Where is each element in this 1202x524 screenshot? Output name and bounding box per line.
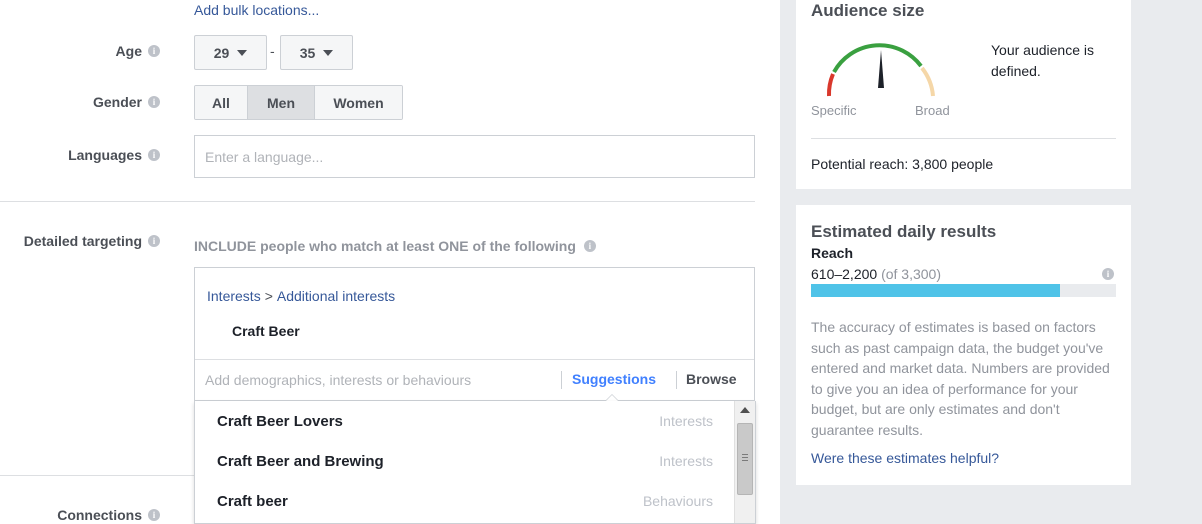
suggestion-item[interactable]: Craft Beer Lovers Interests: [195, 401, 735, 441]
suggestion-name: Craft Beer Lovers: [217, 412, 343, 430]
audience-status: Your audience is defined.: [991, 42, 1095, 79]
info-icon[interactable]: i: [583, 240, 596, 252]
age-max-value: 35: [299, 44, 316, 61]
include-text: INCLUDE people who match at least ONE of…: [194, 238, 576, 254]
detailed-targeting-label-text: Detailed targeting: [23, 233, 142, 249]
age-label: Age i: [116, 43, 160, 59]
gauge-red-segment: [826, 73, 835, 97]
suggestion-item[interactable]: Craft beer Behaviours: [195, 481, 735, 521]
tab-suggestions[interactable]: Suggestions: [572, 371, 656, 387]
suggestion-type: Interests: [659, 413, 713, 429]
gauge-green-segment: [832, 43, 923, 73]
info-icon[interactable]: i: [1102, 268, 1114, 280]
interest-breadcrumb: Interests > Additional interests: [207, 288, 395, 304]
age-separator: -: [270, 43, 275, 59]
selected-interest[interactable]: Craft Beer: [232, 323, 300, 339]
estimate-disclaimer: The accuracy of estimates is based on fa…: [811, 319, 1110, 438]
targeting-panel: Add bulk locations... Age i 29 - 35 Gend…: [0, 0, 780, 524]
info-icon[interactable]: i: [148, 96, 160, 108]
connections-label-text: Connections: [57, 507, 142, 523]
info-icon[interactable]: i: [148, 235, 160, 247]
box-divider: [195, 359, 754, 360]
daily-results-title: Estimated daily results: [811, 222, 997, 241]
gauge-broad-label: Broad: [915, 103, 950, 118]
targeting-search-input[interactable]: Add demographics, interests or behaviour…: [205, 372, 471, 388]
breadcrumb-additional-interests[interactable]: Additional interests: [277, 288, 395, 304]
audience-size-card: Audience size Specific Broad Your audien…: [796, 0, 1131, 189]
tab-browse[interactable]: Browse: [686, 371, 737, 387]
suggestions-dropdown: Craft Beer Lovers Interests Craft Beer a…: [194, 401, 756, 524]
add-bulk-locations-link[interactable]: Add bulk locations...: [194, 2, 319, 18]
gender-women-button[interactable]: Women: [315, 86, 402, 119]
section-divider: [0, 475, 194, 476]
reach-label: Reach: [811, 245, 854, 261]
tab-divider: [561, 371, 562, 389]
targeting-box: Interests > Additional interests Craft B…: [194, 267, 755, 401]
suggestion-item[interactable]: Craft Beer and Brewing Interests: [195, 441, 735, 481]
info-icon[interactable]: i: [148, 45, 160, 57]
estimates-feedback-link[interactable]: Were these estimates helpful?: [811, 450, 999, 466]
reach-range: 610–2,200: [811, 266, 878, 282]
gender-men-button[interactable]: Men: [248, 86, 315, 119]
gauge-yellow-segment: [920, 66, 935, 97]
section-divider: [0, 201, 755, 202]
suggestion-name: Craft Beer and Brewing: [217, 452, 384, 470]
caret-down-icon: [323, 49, 334, 56]
reach-values: 610–2,200 (of 3,300): [811, 266, 941, 282]
daily-results-card: Estimated daily results Reach 610–2,200 …: [796, 205, 1131, 485]
breadcrumb-separator: >: [264, 288, 273, 304]
gender-all-button[interactable]: All: [195, 86, 248, 119]
detailed-targeting-label: Detailed targeting i: [24, 233, 160, 249]
scrollbar-thumb[interactable]: [737, 423, 753, 495]
gender-label: Gender i: [93, 94, 160, 110]
tab-divider: [676, 371, 677, 389]
info-icon[interactable]: i: [148, 509, 160, 521]
suggestion-name: Craft beer: [217, 492, 288, 510]
language-input[interactable]: Enter a language...: [194, 135, 755, 178]
potential-reach: Potential reach: 3,800 people: [811, 156, 994, 172]
gender-label-text: Gender: [92, 94, 142, 110]
include-heading: INCLUDE people who match at least ONE of…: [194, 238, 596, 254]
audience-size-title: Audience size: [811, 1, 925, 20]
reach-bar-track: [811, 284, 1116, 297]
suggestions-scrollbar[interactable]: [734, 401, 755, 523]
gauge-needle: [878, 50, 884, 88]
age-min-value: 29: [213, 44, 230, 61]
reach-total: (of 3,300): [881, 266, 942, 282]
languages-label: Languages i: [68, 147, 160, 163]
age-max-dropdown[interactable]: 35: [280, 35, 353, 70]
scroll-up-arrow-icon[interactable]: [740, 407, 750, 413]
card-divider: [811, 138, 1116, 139]
gender-selector: All Men Women: [194, 85, 403, 120]
gauge-specific-label: Specific: [811, 103, 857, 118]
age-min-dropdown[interactable]: 29: [194, 35, 267, 70]
suggestion-type: Behaviours: [642, 493, 713, 509]
suggestion-type: Interests: [659, 453, 713, 469]
caret-down-icon: [237, 49, 248, 56]
age-label-text: Age: [115, 43, 142, 59]
languages-label-text: Languages: [68, 147, 142, 163]
info-icon[interactable]: i: [148, 149, 160, 161]
connections-label: Connections i: [57, 507, 160, 523]
audience-gauge: [826, 43, 935, 97]
breadcrumb-interests[interactable]: Interests: [207, 288, 261, 304]
reach-bar-fill: [811, 284, 1060, 297]
